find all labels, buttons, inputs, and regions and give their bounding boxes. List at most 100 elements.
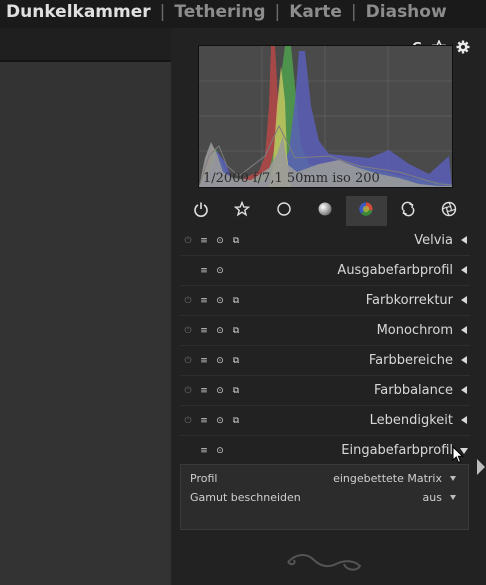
multi-instance-icon[interactable]: ⧉ bbox=[228, 233, 244, 249]
module-vibrance[interactable]: ⏻ ≡ ⊙ ⧉ Lebendigkeit bbox=[180, 406, 470, 436]
tab-separator: | bbox=[350, 2, 357, 22]
power-icon[interactable]: ⏻ bbox=[180, 233, 196, 249]
reset-icon[interactable]: ⊙ bbox=[212, 233, 228, 249]
module-controls: ⏻ ≡ ⊙ ⧉ bbox=[180, 286, 244, 315]
reset-icon[interactable]: ⊙ bbox=[212, 383, 228, 399]
module-monochrome[interactable]: ⏻ ≡ ⊙ ⧉ Monochrom bbox=[180, 316, 470, 346]
group-basic[interactable] bbox=[263, 196, 304, 226]
module-controls: ⏻ ≡ ⊙ bbox=[180, 256, 228, 285]
presets-icon[interactable]: ≡ bbox=[196, 413, 212, 429]
multi-instance-icon[interactable]: ⧉ bbox=[228, 413, 244, 429]
reset-icon[interactable]: ⊙ bbox=[212, 443, 228, 459]
module-color-zones[interactable]: ⏻ ≡ ⊙ ⧉ Farbbereiche bbox=[180, 346, 470, 376]
module-label: Farbbalance bbox=[373, 383, 453, 398]
collapse-arrow-icon bbox=[461, 326, 467, 334]
power-icon[interactable]: ⏻ bbox=[180, 383, 196, 399]
module-controls: ⏻ ≡ ⊙ bbox=[180, 436, 228, 465]
presets-icon[interactable]: ≡ bbox=[196, 293, 212, 309]
power-icon[interactable]: ⏻ bbox=[180, 353, 196, 369]
effect-icon bbox=[441, 201, 457, 221]
module-label: Ausgabefarbprofil bbox=[337, 263, 453, 278]
gamut-label: Gamut beschneiden bbox=[190, 491, 301, 504]
multi-instance-icon[interactable]: ⧉ bbox=[228, 383, 244, 399]
gear-icon[interactable] bbox=[456, 40, 470, 54]
multi-instance-icon[interactable]: ⧉ bbox=[228, 323, 244, 339]
tab-separator: | bbox=[159, 2, 166, 22]
presets-icon[interactable]: ≡ bbox=[196, 323, 212, 339]
collapse-arrow-icon bbox=[461, 356, 467, 364]
multi-instance-icon[interactable]: ⧉ bbox=[228, 293, 244, 309]
module-group-bar bbox=[180, 196, 470, 226]
group-effect[interactable] bbox=[429, 196, 470, 226]
module-label: Lebendigkeit bbox=[369, 413, 453, 428]
module-label: Monochrom bbox=[376, 323, 453, 338]
module-controls: ⏻ ≡ ⊙ ⧉ bbox=[180, 376, 244, 405]
power-icon[interactable]: ⏻ bbox=[180, 413, 196, 429]
histogram[interactable]: 1/2000 f/7,1 50mm iso 200 bbox=[198, 45, 453, 188]
top-view-switcher: Dunkelkammer | Tethering | Karte | Diash… bbox=[0, 0, 486, 28]
module-output-color-profile[interactable]: ⏻ ≡ ⊙ Ausgabefarbprofil bbox=[180, 256, 470, 286]
color-icon bbox=[358, 201, 374, 221]
reset-icon[interactable]: ⊙ bbox=[212, 353, 228, 369]
sphere-icon bbox=[317, 201, 333, 221]
collapse-arrow-icon bbox=[461, 296, 467, 304]
dropdown-arrow-icon bbox=[450, 495, 456, 500]
collapse-arrow-icon bbox=[461, 386, 467, 394]
power-icon[interactable]: ⏻ bbox=[180, 293, 196, 309]
multi-instance-icon[interactable]: ⧉ bbox=[228, 353, 244, 369]
group-color[interactable] bbox=[345, 196, 388, 226]
mouse-cursor-icon bbox=[452, 445, 464, 468]
group-favorites[interactable] bbox=[221, 196, 262, 226]
exif-info: 1/2000 f/7,1 50mm iso 200 bbox=[203, 171, 380, 186]
gamut-combobox[interactable]: Gamut beschneiden aus bbox=[190, 491, 456, 509]
group-tone[interactable] bbox=[304, 196, 345, 226]
presets-icon[interactable]: ≡ bbox=[196, 383, 212, 399]
image-canvas[interactable] bbox=[0, 62, 171, 585]
tab-darkroom[interactable]: Dunkelkammer bbox=[6, 2, 151, 22]
module-controls: ⏻ ≡ ⊙ ⧉ bbox=[180, 346, 244, 375]
profile-value: eingebettete Matrix bbox=[333, 472, 442, 485]
tab-separator: | bbox=[274, 2, 281, 22]
presets-icon[interactable]: ≡ bbox=[196, 233, 212, 249]
group-correct[interactable] bbox=[387, 196, 428, 226]
presets-icon[interactable]: ≡ bbox=[196, 443, 212, 459]
module-controls: ⏻ ≡ ⊙ ⧉ bbox=[180, 316, 244, 345]
module-velvia[interactable]: ⏻ ≡ ⊙ ⧉ Velvia bbox=[180, 226, 470, 256]
module-label: Farbkorrektur bbox=[365, 293, 453, 308]
tab-map[interactable]: Karte bbox=[289, 2, 342, 22]
presets-icon[interactable]: ≡ bbox=[196, 353, 212, 369]
module-color-correction[interactable]: ⏻ ≡ ⊙ ⧉ Farbkorrektur bbox=[180, 286, 470, 316]
collapse-arrow-icon bbox=[461, 266, 467, 274]
histogram-graph bbox=[199, 46, 452, 187]
view-tabs: Dunkelkammer | Tethering | Karte | Diash… bbox=[6, 0, 447, 24]
power-icon bbox=[193, 201, 209, 221]
profile-label: Profil bbox=[190, 472, 218, 485]
tab-tethering[interactable]: Tethering bbox=[174, 2, 265, 22]
module-label: Eingabefarbprofil bbox=[341, 443, 453, 458]
tab-slideshow[interactable]: Diashow bbox=[366, 2, 447, 22]
module-label: Velvia bbox=[414, 233, 453, 248]
panel-end-ornament bbox=[284, 550, 364, 580]
group-active-modules[interactable] bbox=[180, 196, 221, 226]
module-controls: ⏻ ≡ ⊙ ⧉ bbox=[180, 406, 244, 435]
collapse-arrow-icon bbox=[461, 416, 467, 424]
star-icon bbox=[233, 200, 251, 221]
module-input-color-profile[interactable]: ⏻ ≡ ⊙ Eingabefarbprofil bbox=[180, 436, 470, 465]
module-controls: ⏻ ≡ ⊙ ⧉ bbox=[180, 226, 244, 255]
reset-icon[interactable]: ⊙ bbox=[212, 293, 228, 309]
presets-icon[interactable]: ≡ bbox=[196, 263, 212, 279]
reset-icon[interactable]: ⊙ bbox=[212, 413, 228, 429]
input-color-profile-params: Profil eingebettete Matrix Gamut beschne… bbox=[180, 464, 469, 530]
power-icon[interactable]: ⏻ bbox=[180, 323, 196, 339]
reset-icon[interactable]: ⊙ bbox=[212, 323, 228, 339]
gamut-value: aus bbox=[422, 491, 442, 504]
circle-icon bbox=[276, 201, 292, 221]
correct-icon bbox=[400, 201, 416, 221]
dropdown-arrow-icon bbox=[450, 476, 456, 481]
panel-expand-arrow-icon[interactable] bbox=[477, 459, 485, 475]
reset-icon[interactable]: ⊙ bbox=[212, 263, 228, 279]
collapse-arrow-icon bbox=[461, 236, 467, 244]
profile-combobox[interactable]: Profil eingebettete Matrix bbox=[190, 472, 456, 490]
module-color-balance[interactable]: ⏻ ≡ ⊙ ⧉ Farbbalance bbox=[180, 376, 470, 406]
module-label: Farbbereiche bbox=[368, 353, 453, 368]
